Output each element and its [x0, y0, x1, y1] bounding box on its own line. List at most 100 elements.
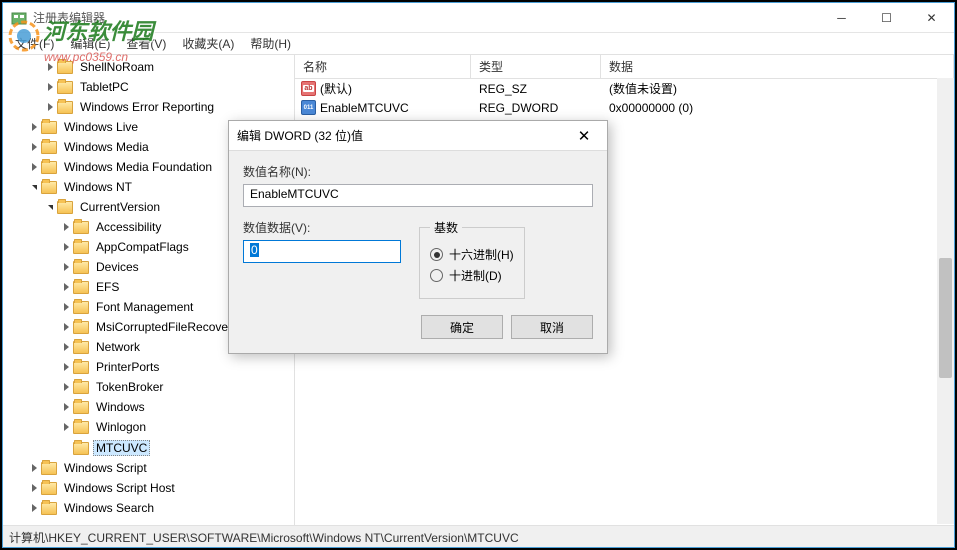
folder-icon — [41, 502, 57, 515]
folder-icon — [73, 221, 89, 234]
radio-hex[interactable] — [430, 248, 443, 261]
tree-label[interactable]: Windows Error Reporting — [77, 99, 217, 115]
tree-label[interactable]: ShellNoRoam — [77, 59, 157, 75]
tree-label[interactable]: Windows Media — [61, 139, 152, 155]
tree-label[interactable]: MTCUVC — [93, 440, 150, 456]
folder-icon — [73, 401, 89, 414]
expand-icon[interactable] — [27, 461, 41, 475]
base-legend: 基数 — [430, 219, 462, 236]
list-row[interactable]: (默认)REG_SZ(数值未设置) — [295, 79, 954, 98]
tree-node[interactable]: PrinterPorts — [3, 357, 294, 377]
menu-edit[interactable]: 编辑(E) — [62, 33, 118, 54]
tree-label[interactable]: MsiCorruptedFileRecovery — [93, 319, 241, 335]
name-field[interactable]: EnableMTCUVC — [243, 184, 593, 207]
tree-node[interactable]: TokenBroker — [3, 377, 294, 397]
expand-icon[interactable] — [27, 501, 41, 515]
tree-label[interactable]: Windows Script Host — [61, 480, 178, 496]
tree-node[interactable]: MTCUVC — [3, 438, 294, 458]
tree-node[interactable]: Windows Script — [3, 458, 294, 478]
expand-icon[interactable] — [59, 280, 73, 294]
expand-icon[interactable] — [59, 260, 73, 274]
header-data[interactable]: 数据 — [601, 55, 954, 78]
expand-icon[interactable] — [27, 481, 41, 495]
radio-dec[interactable] — [430, 269, 443, 282]
expand-icon[interactable] — [43, 60, 57, 74]
tree-node[interactable]: Winlogon — [3, 417, 294, 437]
expand-icon[interactable] — [27, 120, 41, 134]
menubar: 文件(F) 编辑(E) 查看(V) 收藏夹(A) 帮助(H) — [3, 33, 954, 54]
tree-label[interactable]: Windows Media Foundation — [61, 159, 215, 175]
header-name[interactable]: 名称 — [295, 55, 471, 78]
expand-icon[interactable] — [59, 380, 73, 394]
expand-icon[interactable] — [27, 160, 41, 174]
tree-node[interactable]: Windows — [3, 397, 294, 417]
expand-icon[interactable] — [59, 441, 73, 455]
tree-node[interactable]: TabletPC — [3, 77, 294, 97]
folder-icon — [73, 442, 89, 455]
header-type[interactable]: 类型 — [471, 55, 601, 78]
value-type: REG_SZ — [471, 82, 601, 96]
cancel-button[interactable]: 取消 — [511, 315, 593, 339]
folder-icon — [57, 201, 73, 214]
folder-icon — [41, 482, 57, 495]
menu-file[interactable]: 文件(F) — [7, 33, 62, 54]
tree-label[interactable]: Winlogon — [93, 419, 149, 435]
radio-dec-row[interactable]: 十进制(D) — [430, 267, 514, 284]
data-field[interactable]: 0 — [243, 240, 401, 263]
tree-label[interactable]: Windows — [93, 399, 148, 415]
folder-icon — [73, 321, 89, 334]
folder-icon — [41, 141, 57, 154]
list-row[interactable]: EnableMTCUVCREG_DWORD0x00000000 (0) — [295, 98, 954, 117]
expand-icon[interactable] — [59, 400, 73, 414]
folder-icon — [73, 261, 89, 274]
tree-label[interactable]: EFS — [93, 279, 122, 295]
tree-node[interactable]: Windows Error Reporting — [3, 97, 294, 117]
tree-node[interactable]: Windows Search — [3, 498, 294, 518]
expand-icon[interactable] — [27, 180, 41, 194]
titlebar[interactable]: 注册表编辑器 ─ ☐ ✕ — [3, 3, 954, 33]
tree-label[interactable]: TabletPC — [77, 79, 132, 95]
folder-icon — [73, 361, 89, 374]
expand-icon[interactable] — [59, 300, 73, 314]
expand-icon[interactable] — [59, 320, 73, 334]
tree-label[interactable]: CurrentVersion — [77, 199, 163, 215]
folder-icon — [73, 341, 89, 354]
expand-icon[interactable] — [59, 340, 73, 354]
radio-hex-row[interactable]: 十六进制(H) — [430, 246, 514, 263]
tree-label[interactable]: AppCompatFlags — [93, 239, 192, 255]
minimize-button[interactable]: ─ — [819, 3, 864, 32]
folder-icon — [73, 301, 89, 314]
menu-favorites[interactable]: 收藏夹(A) — [174, 33, 242, 54]
tree-label[interactable]: Windows Search — [61, 500, 157, 516]
tree-node[interactable]: Windows Script Host — [3, 478, 294, 498]
tree-node[interactable]: ShellNoRoam — [3, 57, 294, 77]
close-button[interactable]: ✕ — [909, 3, 954, 32]
tree-label[interactable]: Accessibility — [93, 219, 164, 235]
vertical-scrollbar[interactable] — [937, 78, 954, 524]
tree-label[interactable]: Devices — [93, 259, 142, 275]
dword-icon — [301, 100, 316, 115]
tree-label[interactable]: Network — [93, 339, 143, 355]
tree-label[interactable]: Windows Script — [61, 460, 150, 476]
radio-dec-label: 十进制(D) — [449, 267, 502, 284]
expand-icon[interactable] — [59, 240, 73, 254]
menu-view[interactable]: 查看(V) — [118, 33, 174, 54]
expand-icon[interactable] — [43, 80, 57, 94]
expand-icon[interactable] — [43, 100, 57, 114]
dialog-close-button[interactable]: ✕ — [569, 122, 599, 150]
tree-label[interactable]: Windows NT — [61, 179, 135, 195]
expand-icon[interactable] — [43, 200, 57, 214]
tree-label[interactable]: PrinterPorts — [93, 359, 162, 375]
expand-icon[interactable] — [59, 360, 73, 374]
tree-label[interactable]: TokenBroker — [93, 379, 166, 395]
ok-button[interactable]: 确定 — [421, 315, 503, 339]
maximize-button[interactable]: ☐ — [864, 3, 909, 32]
expand-icon[interactable] — [27, 140, 41, 154]
tree-label[interactable]: Font Management — [93, 299, 196, 315]
expand-icon[interactable] — [59, 220, 73, 234]
tree-label[interactable]: Windows Live — [61, 119, 141, 135]
menu-help[interactable]: 帮助(H) — [242, 33, 299, 54]
dialog-titlebar[interactable]: 编辑 DWORD (32 位)值 ✕ — [229, 121, 607, 151]
scrollbar-thumb[interactable] — [939, 258, 952, 378]
expand-icon[interactable] — [59, 420, 73, 434]
